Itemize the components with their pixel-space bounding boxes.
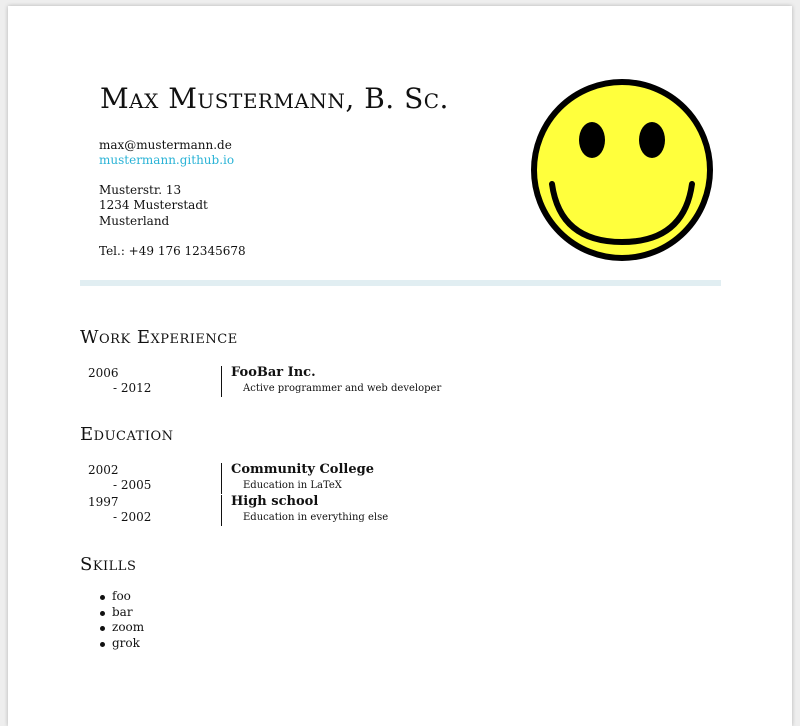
skill-label: grok [112, 635, 140, 650]
entry-start-year: 2006 [88, 366, 119, 380]
list-item: foo [96, 589, 144, 605]
smiley-face-icon [531, 79, 713, 261]
skill-label: bar [112, 604, 133, 619]
entry-end-year: - 2005 [113, 478, 152, 492]
skills-list: foo bar zoom grok [96, 589, 144, 651]
work-experience-heading: Work Experience [80, 327, 238, 348]
list-item: zoom [96, 620, 144, 636]
skills-heading: Skills [80, 554, 137, 575]
cv-name: Max Mustermann, B. Sc. [100, 82, 449, 115]
education-entry: 2002 - 2005 Community College Education … [80, 462, 680, 495]
bullet-icon [100, 610, 105, 616]
smiley-right-eye [639, 122, 665, 158]
bullet-icon [100, 641, 105, 647]
entry-start-year: 2002 [88, 463, 119, 477]
address-city: 1234 Musterstadt [99, 198, 208, 212]
list-item: bar [96, 605, 144, 621]
website-link[interactable]: mustermann.github.io [99, 153, 234, 168]
smiley-left-eye [579, 122, 605, 158]
work-entry: 2006 - 2012 FooBar Inc. Active programme… [80, 365, 680, 398]
bullet-icon [100, 626, 105, 631]
phone-text: Tel.: +49 176 12345678 [99, 244, 246, 258]
entry-end-year: - 2002 [113, 510, 152, 524]
list-item: grok [96, 636, 144, 652]
education-heading: Education [80, 424, 174, 445]
entry-divider [221, 495, 222, 526]
entry-end-year: - 2012 [113, 381, 152, 395]
entry-divider [221, 463, 222, 494]
header-divider [80, 280, 721, 286]
address-country: Musterland [99, 214, 170, 228]
entry-organization: Community College [231, 462, 374, 477]
smiley-face-outline [531, 79, 713, 261]
email-text: max@mustermann.de [99, 138, 232, 152]
entry-start-year: 1997 [88, 495, 119, 509]
entry-organization: FooBar Inc. [231, 365, 316, 380]
entry-organization: High school [231, 494, 319, 509]
address-street: Musterstr. 13 [99, 183, 182, 197]
entry-description: Education in LaTeX [243, 480, 342, 491]
entry-description: Education in everything else [243, 512, 389, 523]
entry-description: Active programmer and web developer [243, 383, 442, 394]
skill-label: foo [112, 589, 131, 603]
skill-label: zoom [112, 620, 145, 634]
education-entry: 1997 - 2002 High school Education in eve… [80, 494, 680, 527]
bullet-icon [100, 595, 105, 600]
entry-divider [221, 366, 222, 397]
cv-page: Max Mustermann, B. Sc. max@mustermann.de… [8, 6, 792, 726]
